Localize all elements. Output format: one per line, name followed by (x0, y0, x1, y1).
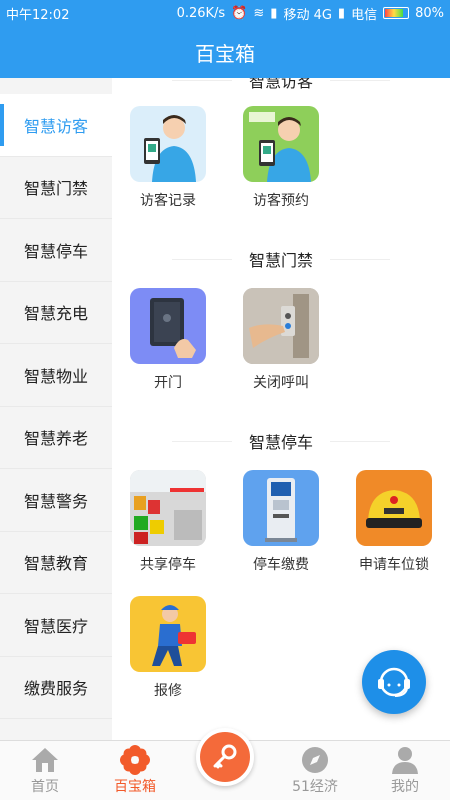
tile-label: 报修 (154, 683, 182, 699)
sidebar-item-access[interactable]: 智慧门禁 (0, 157, 112, 219)
visitor-record-icon (130, 106, 206, 182)
parking-lot-icon (130, 470, 206, 546)
tile-label: 停车缴费 (253, 557, 309, 573)
sidebar-item-label: 智慧充电 (23, 304, 88, 324)
tab-toolbox[interactable]: 百宝箱 (90, 741, 180, 800)
sidebar-item-label: 智慧教育 (23, 554, 88, 574)
carrier-secondary: 电信 (351, 7, 378, 23)
status-bar: 中午12:02 0.26K/s ⏰ ≋ ▮ 移动 4G ▮ 电信 80% (0, 0, 450, 26)
key-icon (213, 744, 237, 769)
header-bar: 百宝箱 (0, 26, 450, 78)
battery-percent: 80% (415, 5, 444, 21)
sidebar-item-label: 智慧门禁 (23, 179, 88, 199)
tile-close-call[interactable]: 关闭呼叫 (241, 288, 321, 392)
sidebar-item-medical[interactable]: 智慧医疗 (0, 594, 112, 657)
headset-icon (378, 667, 410, 697)
compass-icon (302, 747, 328, 773)
tile-label: 关闭呼叫 (253, 375, 309, 391)
tile-open-door[interactable]: 开门 (128, 288, 208, 392)
sidebar-item-label: 智慧物业 (23, 366, 88, 386)
sidebar-item-property[interactable]: 智慧物业 (0, 344, 112, 407)
tab-label: 51经济 (292, 779, 338, 795)
sidebar-item-label: 智慧警务 (23, 491, 88, 511)
tile-label: 访客预约 (253, 193, 309, 209)
flower-icon (120, 745, 150, 775)
sidebar-item-education[interactable]: 智慧教育 (0, 532, 112, 594)
sidebar-item-police[interactable]: 智慧警务 (0, 469, 112, 532)
sidebar-item-elderly[interactable]: 智慧养老 (0, 407, 112, 469)
parking-lock-icon (356, 470, 432, 546)
sidebar-item-label: 智慧访客 (23, 116, 88, 136)
section-title-text: 智慧门禁 (248, 251, 313, 270)
section-title-visitor: 智慧访客 (112, 78, 450, 92)
tab-economy[interactable]: 51经济 (270, 741, 360, 800)
content-panel: 智慧访客 访客记录 访客预约 智慧门禁 开门 关闭呼叫 智慧停车 共享停车 停车… (112, 78, 450, 740)
sidebar-item-label: 智慧停车 (23, 241, 88, 261)
sidebar-item-parking[interactable]: 智慧停车 (0, 219, 112, 282)
sidebar-item-label: 缴费服务 (23, 679, 88, 699)
category-sidebar: 智慧访客 智慧门禁 智慧停车 智慧充电 智慧物业 智慧养老 智慧警务 智慧教育 … (0, 78, 112, 740)
customer-service-button[interactable] (362, 650, 426, 714)
signal-icon: ▮ (270, 5, 278, 21)
section-title-text: 智慧访客 (248, 78, 313, 91)
section-title-access: 智慧门禁 (112, 247, 450, 271)
tab-label: 首页 (31, 779, 59, 795)
wifi-icon: ≋ (253, 5, 265, 21)
person-icon (392, 747, 418, 774)
page-title: 百宝箱 (195, 41, 255, 66)
tab-home[interactable]: 首页 (0, 741, 90, 800)
section-title-parking: 智慧停车 (112, 429, 450, 453)
tile-visitor-appointment[interactable]: 访客预约 (241, 106, 321, 210)
tile-parking-lock[interactable]: 申请车位锁 (354, 470, 434, 574)
door-card-icon (130, 288, 206, 364)
tab-mine[interactable]: 我的 (360, 741, 450, 800)
section-title-text: 智慧停车 (248, 433, 313, 452)
battery-icon (383, 7, 410, 19)
tile-label: 共享停车 (140, 557, 196, 573)
center-key-button[interactable] (196, 728, 254, 786)
tab-label: 我的 (391, 779, 419, 795)
doorbell-icon (243, 288, 319, 364)
tile-repair[interactable]: 报修 (128, 596, 208, 700)
alarm-icon: ⏰ (231, 5, 248, 21)
parking-kiosk-icon (243, 470, 319, 546)
tile-shared-parking[interactable]: 共享停车 (128, 470, 208, 574)
sidebar-item-label: 智慧养老 (23, 429, 88, 449)
signal-icon-2: ▮ (337, 5, 346, 21)
tile-label: 访客记录 (140, 193, 196, 209)
tile-parking-payment[interactable]: 停车缴费 (241, 470, 321, 574)
sidebar-item-payment[interactable]: 缴费服务 (0, 657, 112, 719)
visitor-appointment-icon (243, 106, 319, 182)
status-time: 中午12:02 (6, 7, 70, 23)
carrier-primary: 移动 4G (283, 7, 332, 23)
network-speed: 0.26K/s (176, 5, 226, 21)
home-icon (32, 748, 58, 772)
tab-label: 百宝箱 (114, 779, 156, 795)
tile-label: 开门 (154, 375, 182, 391)
tile-visitor-record[interactable]: 访客记录 (128, 106, 208, 210)
sidebar-item-visitor[interactable]: 智慧访客 (0, 94, 112, 157)
tile-label: 申请车位锁 (359, 557, 429, 573)
repair-worker-icon (130, 596, 206, 672)
sidebar-item-charging[interactable]: 智慧充电 (0, 282, 112, 344)
sidebar-item-label: 智慧医疗 (23, 616, 88, 636)
